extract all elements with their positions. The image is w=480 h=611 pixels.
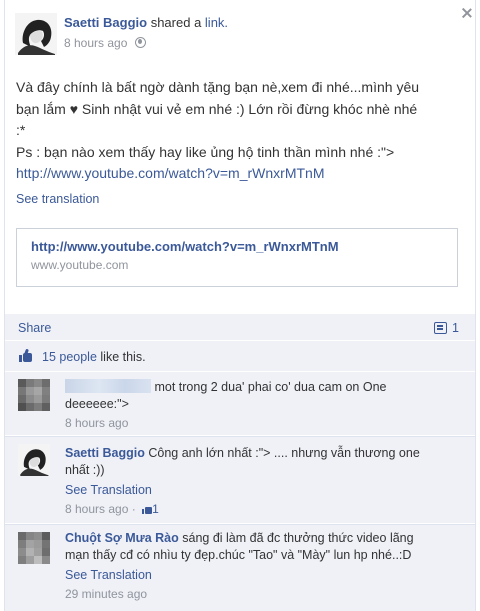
link-card-domain: www.youtube.com bbox=[31, 258, 129, 272]
post-meta: 8 hours ago bbox=[64, 36, 146, 50]
post-url-link[interactable]: http://www.youtube.com/watch?v=m_rWnxrMT… bbox=[16, 165, 325, 181]
post-timestamp[interactable]: 8 hours ago bbox=[64, 36, 127, 50]
post-text-line: Và đây chính là bất ngờ dành tặng bạn nè… bbox=[16, 79, 420, 95]
author-avatar-image bbox=[15, 13, 57, 55]
comment-see-translation[interactable]: See Translation bbox=[65, 482, 455, 499]
author-line: Saetti Baggio shared a link. bbox=[64, 15, 228, 30]
comment-item: mot trong 2 dua' phai co' dua cam on One… bbox=[5, 372, 475, 435]
comment-timestamp[interactable]: 8 hours ago bbox=[65, 415, 455, 432]
comment-see-translation[interactable]: See Translation bbox=[65, 567, 455, 584]
comment-timestamp[interactable]: 8 hours ago bbox=[65, 502, 128, 516]
comment-text-cont: deeeeee:"> bbox=[65, 397, 129, 411]
globe-icon[interactable] bbox=[134, 37, 146, 48]
post-text-line: Ps : bạn nào xem thấy hay like ủng hộ ti… bbox=[16, 143, 395, 160]
likes-suffix: like this. bbox=[96, 350, 146, 364]
blurred-commenter-name[interactable] bbox=[65, 379, 151, 393]
author-name[interactable]: Saetti Baggio bbox=[64, 15, 147, 30]
post-text-line: bạn lắm ♥ Sinh nhật vui vẻ em nhé :) Lớn… bbox=[16, 100, 418, 117]
comment-item: Chuột Sợ Mưa Rào sáng đi làm đã đc thưởn… bbox=[5, 525, 475, 611]
commenter-avatar-image bbox=[18, 444, 50, 476]
comment-text: sáng đi làm đã đc thưởng thức video lãng bbox=[178, 531, 414, 545]
like-icon[interactable] bbox=[142, 504, 153, 514]
likes-people-link[interactable]: 15 people bbox=[42, 350, 97, 364]
comment-body: Saetti Baggio Công anh lớn nhất :"> ....… bbox=[65, 445, 455, 518]
comment-meta: 8 hours ago · 1 bbox=[65, 502, 159, 516]
post-text: Và đây chính là bất ngờ dành tặng bạn nè… bbox=[16, 77, 456, 185]
comment-body: Chuột Sợ Mưa Rào sáng đi làm đã đc thưởn… bbox=[65, 530, 455, 603]
author-avatar[interactable] bbox=[15, 13, 57, 55]
comment-text-cont: mạn thấy cđ có nhìu ty đẹp.chúc "Tao" và… bbox=[65, 548, 412, 562]
commenter-name[interactable]: Chuột Sợ Mưa Rào bbox=[65, 531, 179, 545]
link-card-url[interactable]: http://www.youtube.com/watch?v=m_rWnxrMT… bbox=[31, 239, 339, 254]
comment-count-button[interactable]: 1 bbox=[434, 321, 459, 335]
close-icon[interactable] bbox=[462, 8, 472, 18]
likes-bar: 15 people like this. bbox=[5, 341, 475, 371]
comment-item: Saetti Baggio Công anh lớn nhất :"> ....… bbox=[5, 437, 475, 523]
link-preview-card[interactable]: http://www.youtube.com/watch?v=m_rWnxrMT… bbox=[16, 228, 458, 287]
comment-body: mot trong 2 dua' phai co' dua cam on One… bbox=[65, 379, 455, 432]
comment-timestamp[interactable]: 29 minutes ago bbox=[65, 586, 455, 603]
commenter-avatar[interactable] bbox=[18, 379, 50, 411]
commenter-avatar[interactable] bbox=[18, 444, 50, 476]
share-button[interactable]: Share bbox=[18, 321, 51, 335]
thumbs-up-icon bbox=[19, 348, 33, 362]
likes-text: 15 people like this. bbox=[42, 350, 146, 364]
author-action: shared a bbox=[150, 15, 202, 30]
comment-text: mot trong 2 dua' phai co' dua cam on One bbox=[151, 380, 387, 394]
comment-text: Công anh lớn nhất :"> .... nhưng vẫn thư… bbox=[144, 446, 420, 460]
commenter-avatar[interactable] bbox=[18, 532, 50, 564]
comment-like-count[interactable]: 1 bbox=[152, 502, 159, 516]
comment-icon bbox=[434, 322, 448, 334]
post-text-line: :* bbox=[16, 122, 26, 138]
shared-link-label[interactable]: link. bbox=[205, 15, 228, 30]
comment-count: 1 bbox=[452, 321, 459, 335]
commenter-name[interactable]: Saetti Baggio bbox=[65, 446, 145, 460]
see-translation-link[interactable]: See translation bbox=[16, 192, 99, 206]
share-bar: Share 1 bbox=[5, 314, 475, 340]
comment-text-cont: nhất :)) bbox=[65, 463, 105, 477]
